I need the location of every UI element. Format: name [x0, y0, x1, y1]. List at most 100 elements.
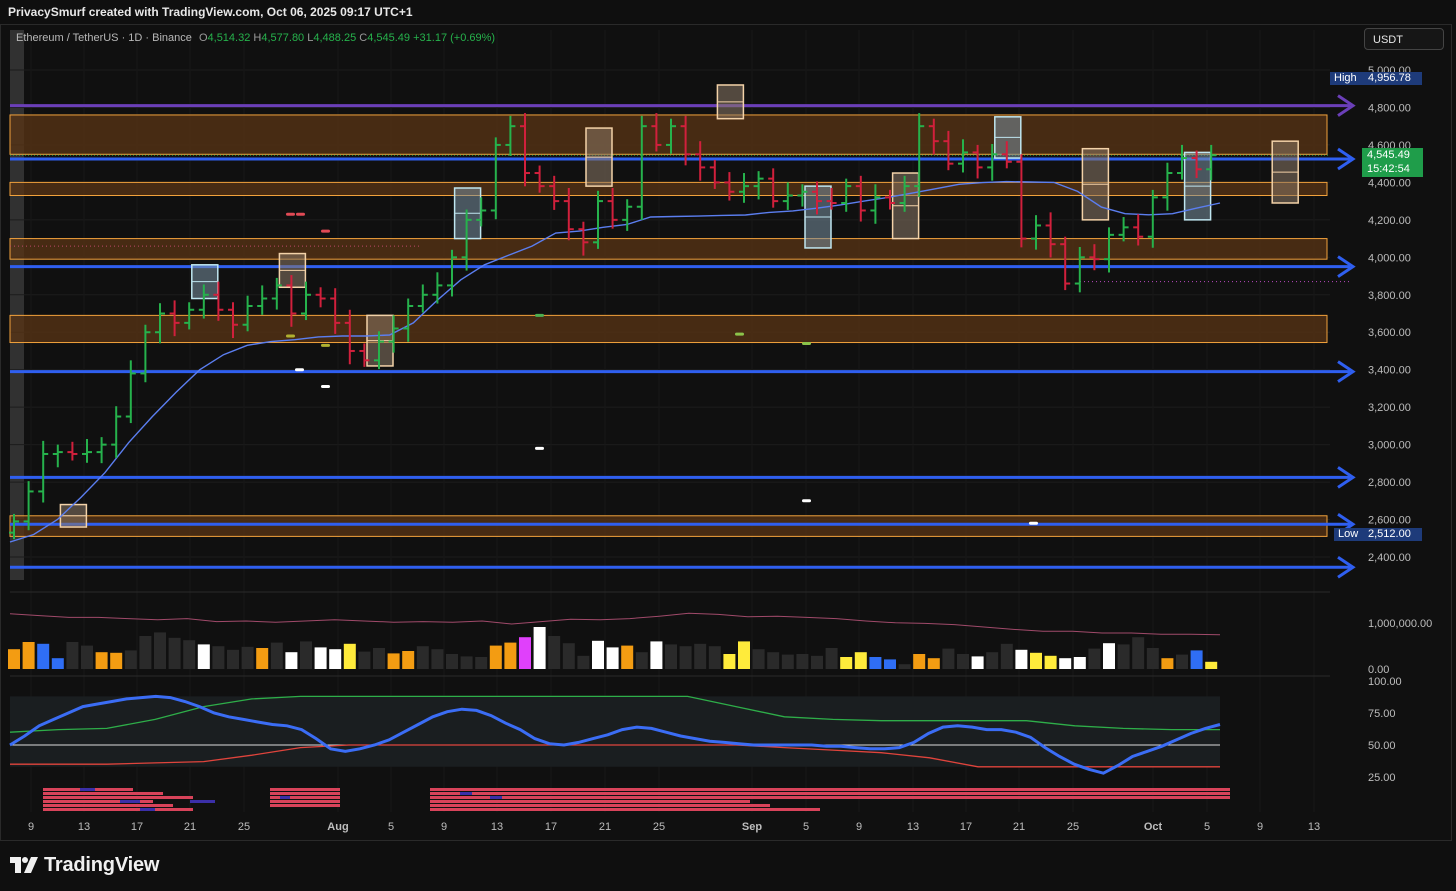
low-tag-value: 2,512.00 — [1364, 528, 1422, 541]
signal-marker — [286, 334, 295, 338]
volume-bar — [8, 649, 20, 669]
price-tick-label: 3,000.00 — [1368, 440, 1411, 452]
footer-bar — [0, 845, 1456, 891]
time-tick-label: 13 — [907, 821, 919, 833]
volume-bar — [329, 649, 342, 669]
volume-bar — [738, 641, 750, 669]
signal-marker — [802, 341, 811, 345]
tradingview-logo[interactable]: TradingView — [10, 852, 159, 878]
signal-marker — [296, 212, 305, 216]
volume-bar — [66, 642, 79, 669]
signal-bar-accent — [80, 788, 95, 791]
signal-marker — [735, 332, 744, 336]
change-value: +31.17 (+0.69%) — [413, 32, 496, 44]
price-tick-label: 2,800.00 — [1368, 477, 1411, 489]
time-tick-label: Aug — [327, 821, 348, 833]
supply-zone — [9, 181, 1328, 196]
volume-bar — [227, 649, 239, 669]
time-tick-label: 9 — [856, 821, 862, 833]
signal-bar — [43, 804, 173, 807]
volume-bar — [460, 656, 473, 669]
time-tick-label: Oct — [1144, 821, 1163, 833]
chart-canvas[interactable]: 5,000.004,800.004,600.004,400.004,200.00… — [0, 0, 1456, 845]
volume-bar — [592, 640, 604, 669]
volume-bar — [548, 636, 561, 669]
volume-bar — [1030, 652, 1042, 669]
volume-bar — [606, 647, 619, 669]
time-tick-label: 25 — [1067, 821, 1079, 833]
volume-bar — [854, 652, 867, 669]
volume-bar — [1059, 658, 1072, 669]
time-tick-label: 13 — [1308, 821, 1320, 833]
signal-marker — [295, 368, 304, 372]
volume-bar — [81, 645, 93, 669]
time-tick-label: 21 — [599, 821, 611, 833]
volume-bar — [373, 648, 385, 669]
volume-bar — [767, 652, 780, 669]
price-tick-label: 3,600.00 — [1368, 327, 1411, 339]
time-tick-label: 9 — [28, 821, 34, 833]
volume-bar — [51, 658, 64, 669]
volume-bar — [1103, 643, 1115, 669]
signal-bar-accent — [140, 808, 155, 811]
signal-marker — [535, 446, 544, 450]
volume-bar — [986, 652, 999, 669]
price-tick-label: 3,200.00 — [1368, 402, 1411, 414]
signal-bar — [430, 788, 1230, 791]
time-tick-label: 25 — [238, 821, 250, 833]
time-tick-label: 5 — [803, 821, 809, 833]
high-tag-value: 4,956.78 — [1364, 72, 1422, 85]
signal-bar — [270, 788, 340, 791]
volume-bar — [927, 658, 940, 669]
price-tick-label: 4,200.00 — [1368, 215, 1411, 227]
volume-bar — [1000, 643, 1013, 669]
supply-zone — [9, 515, 1328, 537]
supply-zone — [9, 314, 1328, 344]
volume-bar — [212, 646, 225, 669]
signal-marker — [535, 313, 544, 317]
volume-bar — [95, 652, 108, 669]
left-scroll-strip — [10, 30, 24, 580]
time-tick-label: 21 — [1013, 821, 1025, 833]
price-tick-label: 2,600.00 — [1368, 515, 1411, 527]
volume-bar — [139, 636, 152, 669]
signal-bar — [43, 796, 193, 799]
volume-tick-label: 0.00 — [1368, 664, 1389, 676]
close-value: 4,545.49 — [367, 32, 411, 44]
countdown-tag: 15:42:54 — [1362, 162, 1423, 177]
signal-bar — [430, 800, 750, 803]
moving-average-line — [9, 180, 1221, 543]
signal-bar-accent — [190, 800, 215, 803]
volume-bar — [1205, 661, 1218, 669]
volume-bar — [665, 644, 677, 669]
volume-bar — [884, 659, 896, 669]
signal-bar — [430, 796, 1230, 799]
volume-bar — [942, 648, 955, 669]
volume-bar — [197, 644, 210, 669]
time-tick-label: 5 — [1204, 821, 1210, 833]
volume-bar — [825, 648, 838, 669]
rsi-tick-label: 75.00 — [1368, 708, 1396, 720]
current-price-tag: 4,545.49 — [1362, 148, 1423, 163]
price-tick-label: 3,800.00 — [1368, 290, 1411, 302]
volume-bar — [971, 656, 984, 669]
rsi-tick-label: 50.00 — [1368, 740, 1396, 752]
rsi-tick-label: 25.00 — [1368, 772, 1396, 784]
signal-bars — [43, 788, 1230, 811]
moving-average-layer — [9, 180, 1221, 543]
signal-bar-accent — [460, 792, 472, 795]
currency-button[interactable]: USDT — [1364, 28, 1444, 50]
volume-bar — [1015, 649, 1028, 669]
time-tick-label: 17 — [131, 821, 143, 833]
signal-bar — [43, 808, 193, 811]
volume-bar — [183, 640, 196, 669]
volume-bar — [1117, 644, 1130, 669]
time-tick-label: 9 — [441, 821, 447, 833]
signal-marker — [321, 385, 330, 389]
open-value: 4,514.32 — [207, 32, 251, 44]
volume-bar — [898, 664, 911, 669]
brand-name: TradingView — [44, 853, 160, 876]
volume-bar — [1088, 648, 1101, 669]
volume-bar — [475, 657, 488, 669]
time-tick-label: 5 — [388, 821, 394, 833]
